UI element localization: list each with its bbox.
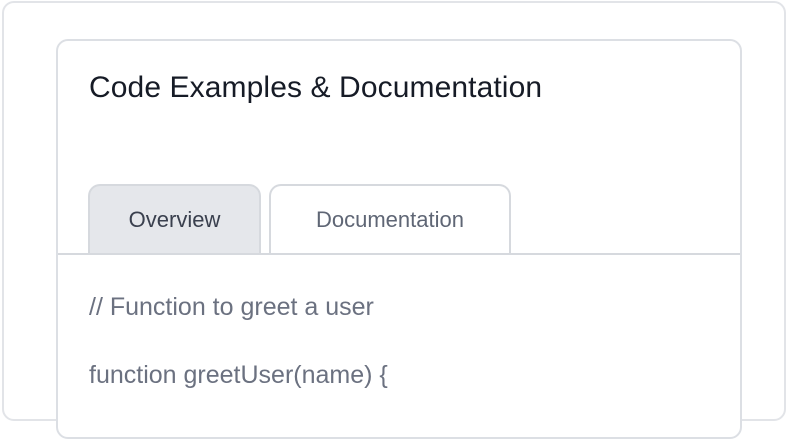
- tab-divider: [58, 253, 740, 255]
- code-examples-card: Code Examples & Documentation Overview D…: [56, 39, 742, 439]
- tab-documentation[interactable]: Documentation: [269, 184, 511, 254]
- code-line: // Function to greet a user: [89, 293, 374, 321]
- outer-frame: Code Examples & Documentation Overview D…: [2, 1, 786, 439]
- tab-documentation-label: Documentation: [316, 207, 464, 232]
- tab-overview[interactable]: Overview: [88, 184, 261, 254]
- code-line: function greetUser(name) {: [89, 361, 388, 389]
- card-title: Code Examples & Documentation: [89, 71, 543, 104]
- tab-overview-label: Overview: [128, 207, 221, 232]
